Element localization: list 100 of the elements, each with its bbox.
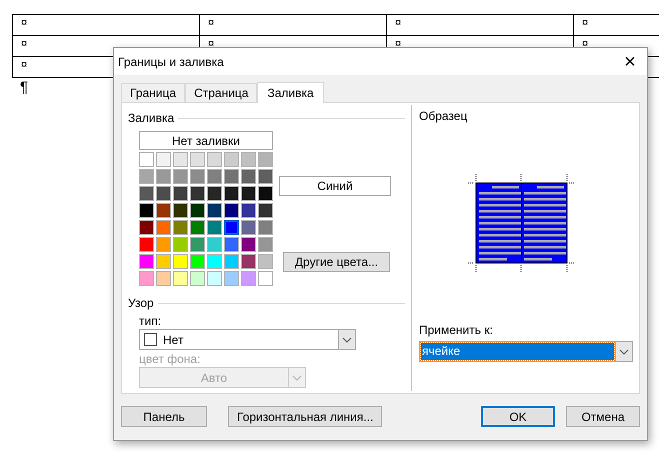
color-swatch[interactable] [241, 220, 256, 235]
color-swatch[interactable] [258, 271, 273, 286]
section-heading: Заливка [128, 110, 174, 127]
color-swatch[interactable] [156, 169, 171, 184]
ok-button[interactable]: OK [481, 406, 555, 427]
no-fill-button[interactable]: Нет заливки [139, 131, 273, 150]
color-swatch[interactable] [207, 203, 222, 218]
window-title: Границы и заливка [118, 54, 224, 70]
color-swatch[interactable] [139, 186, 154, 201]
color-swatch[interactable] [139, 220, 154, 235]
color-swatch[interactable] [139, 152, 154, 167]
color-swatch[interactable] [207, 271, 222, 286]
color-swatch[interactable] [156, 220, 171, 235]
color-swatch[interactable] [207, 186, 222, 201]
chevron-down-icon [619, 348, 629, 354]
color-swatch[interactable] [258, 169, 273, 184]
color-swatch[interactable] [190, 169, 205, 184]
color-swatch[interactable] [139, 169, 154, 184]
color-swatch[interactable] [258, 186, 273, 201]
color-swatch[interactable] [156, 254, 171, 269]
close-button[interactable]: × [613, 48, 647, 75]
color-swatch[interactable] [258, 237, 273, 252]
field-label: тип: [139, 314, 162, 328]
color-swatch[interactable] [258, 220, 273, 235]
chevron-down-icon [342, 336, 352, 342]
color-swatch[interactable] [224, 237, 239, 252]
color-swatch[interactable] [190, 271, 205, 286]
color-swatch[interactable] [241, 152, 256, 167]
cell-marker: ¤ [208, 38, 214, 50]
color-swatch[interactable] [156, 186, 171, 201]
cell-marker: ¤ [582, 17, 588, 29]
more-colors-button[interactable]: Другие цвета... [283, 252, 390, 272]
color-swatch[interactable] [224, 271, 239, 286]
color-swatch[interactable] [173, 203, 188, 218]
color-swatch[interactable] [224, 220, 239, 235]
color-swatch[interactable] [241, 203, 256, 218]
color-swatch[interactable] [241, 254, 256, 269]
color-swatch[interactable] [173, 169, 188, 184]
color-swatch[interactable] [139, 203, 154, 218]
color-swatch[interactable] [224, 254, 239, 269]
color-swatch[interactable] [190, 237, 205, 252]
color-swatch[interactable] [224, 169, 239, 184]
paragraph-mark: ¶ [20, 78, 28, 98]
cell-marker: ¤ [582, 38, 588, 50]
color-swatch[interactable] [207, 220, 222, 235]
color-swatch[interactable] [224, 203, 239, 218]
color-swatch[interactable] [258, 203, 273, 218]
color-swatch[interactable] [190, 220, 205, 235]
color-swatch[interactable] [190, 152, 205, 167]
cell-marker: ¤ [21, 59, 28, 71]
pattern-swatch-icon [144, 333, 157, 346]
horizontal-line-button[interactable]: Горизонтальная линия... [228, 406, 382, 427]
color-swatch[interactable] [241, 186, 256, 201]
color-swatch[interactable] [207, 152, 222, 167]
color-swatch[interactable] [173, 271, 188, 286]
color-swatch[interactable] [207, 237, 222, 252]
color-swatch[interactable] [241, 271, 256, 286]
field-label: цвет фона: [139, 352, 202, 366]
panel-button[interactable]: Панель [121, 406, 207, 427]
color-swatch[interactable] [207, 169, 222, 184]
color-swatch[interactable] [173, 237, 188, 252]
color-swatch[interactable] [156, 237, 171, 252]
color-swatch[interactable] [207, 254, 222, 269]
color-swatch[interactable] [241, 169, 256, 184]
section-heading: Узор [128, 295, 154, 312]
tab[interactable]: Граница [121, 83, 186, 102]
cell-marker: ¤ [395, 38, 402, 50]
color-swatch[interactable] [258, 152, 273, 167]
color-swatch[interactable] [139, 271, 154, 286]
color-swatch[interactable] [139, 237, 154, 252]
color-swatch[interactable] [224, 186, 239, 201]
color-swatch[interactable] [156, 152, 171, 167]
tab[interactable]: Страница [185, 83, 258, 102]
color-swatch[interactable] [258, 254, 273, 269]
cell-marker: ¤ [21, 38, 28, 50]
color-swatch[interactable] [190, 254, 205, 269]
tab[interactable]: Заливка [257, 82, 324, 103]
cell-marker: ¤ [21, 17, 28, 29]
color-swatch[interactable] [173, 254, 188, 269]
cell-marker: ¤ [395, 17, 402, 29]
color-swatch[interactable] [156, 271, 171, 286]
color-swatch[interactable] [190, 186, 205, 201]
dropdown-value: Нет [163, 332, 184, 348]
dropdown-value: ячейке [421, 343, 614, 360]
field-label: Применить к: [419, 322, 494, 339]
color-swatch[interactable] [173, 220, 188, 235]
cancel-button[interactable]: Отмена [566, 406, 640, 427]
color-swatch[interactable] [173, 186, 188, 201]
chevron-down-icon [292, 374, 302, 380]
color-swatch[interactable] [241, 237, 256, 252]
color-swatch[interactable] [224, 152, 239, 167]
color-swatch[interactable] [156, 203, 171, 218]
section-heading: Образец [419, 108, 468, 125]
color-swatch[interactable] [190, 203, 205, 218]
apply-to-dropdown[interactable]: ячейке [419, 341, 633, 362]
color-name-label: Синий [279, 176, 391, 196]
color-swatch[interactable] [139, 254, 154, 269]
pattern-type-dropdown[interactable]: Нет [139, 329, 356, 350]
dropdown-value: Авто [200, 370, 228, 386]
color-swatch[interactable] [173, 152, 188, 167]
